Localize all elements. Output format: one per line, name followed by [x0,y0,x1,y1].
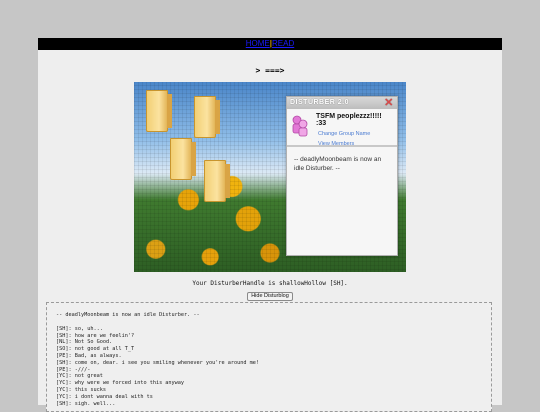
home-link[interactable]: HOME [246,39,270,48]
window-message: -- deadlyMoonbeam is now an idle Disturb… [294,156,382,172]
log-line: [YC]: this sucks [56,386,106,393]
group-header: TSFM peoplezzz!!!!! :33 Change Group Nam… [287,109,397,147]
hide-disturblog-button[interactable]: Hide Disturblog [247,292,293,301]
members-icon [292,115,308,137]
folder-icon[interactable] [194,96,220,138]
window-title: DISTURBER 2.0 [290,99,350,106]
log-line: [SH]: come on, dear. i see you smiling w… [56,359,260,366]
log-line: [NL]: Not So Good. [56,339,113,346]
log-line: [YC]: why were we forced into this anywa… [56,380,185,387]
window-titlebar[interactable]: DISTURBER 2.0 ✕ [287,97,397,109]
top-nav-bar: HOME|READ [38,38,502,50]
folder-icon[interactable] [146,90,172,132]
log-line: [PE]: Bad, as always. [56,352,122,359]
disturber-window: DISTURBER 2.0 ✕ TSFM peoplezzz!!!!! :33 … [286,96,398,256]
log-line: [YC]: not great [56,373,103,380]
log-line: [SO]: not good at all T_T [56,346,135,353]
handle-status: Your DisturberHandle is shallowHollow [S… [192,280,348,287]
folder-icon[interactable] [170,138,196,180]
group-name: TSFM peoplezzz!!!!! :33 [316,113,382,127]
page: HOME|READ > ===> DISTURBER 2.0 ✕ TSFM pe… [38,38,502,412]
log-line: [SH]: sigh. well... [56,400,116,407]
change-group-name-link[interactable]: Change Group Name [318,131,393,137]
log-line: [SH]: so, uh... [56,325,103,332]
log-line: [YC]: i dont wanna deal with ts [56,393,153,400]
view-members-link[interactable]: View Members [318,141,393,147]
close-icon[interactable]: ✕ [383,97,395,109]
log-line: [PE]: -///- [56,366,91,373]
disturblog: -- deadlyMoonbeam is now an idle Disturb… [46,302,492,412]
command-title: > ===> [255,66,285,75]
read-link[interactable]: READ [272,39,294,48]
log-intro: -- deadlyMoonbeam is now an idle Disturb… [56,312,200,318]
folder-icon[interactable] [204,160,230,202]
log-line: [SH]: how are we feelin'? [56,332,135,339]
